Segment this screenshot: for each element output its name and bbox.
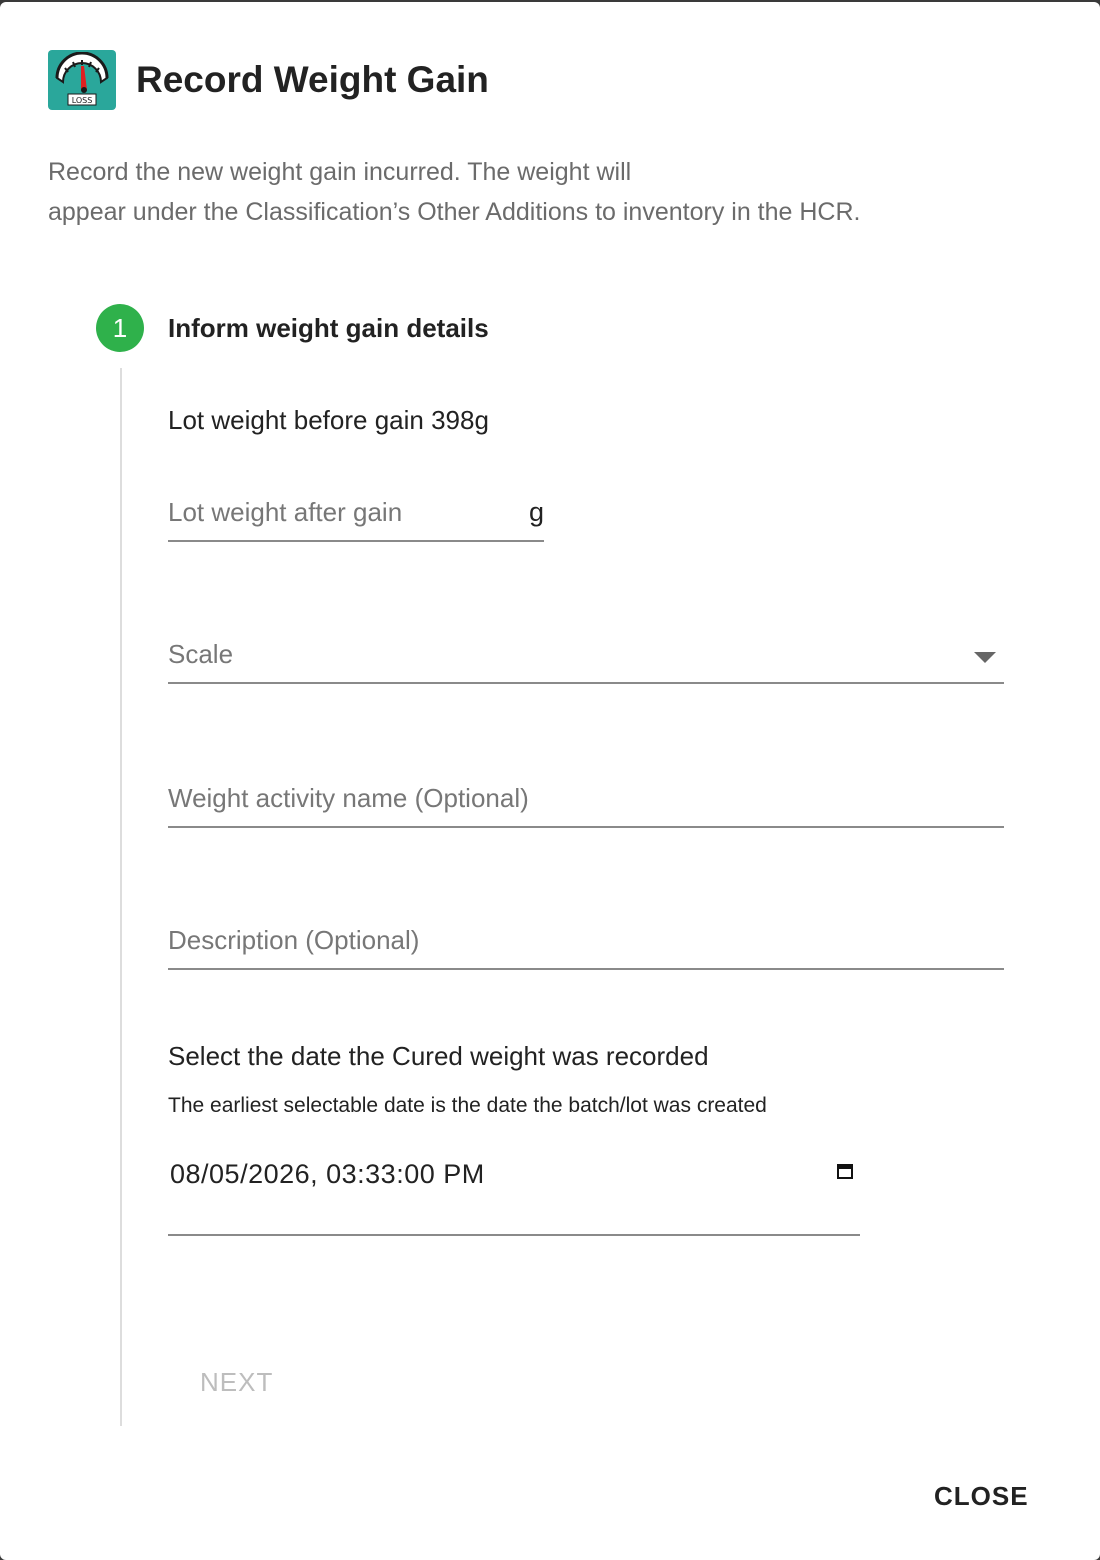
- lot-weight-before-gain: Lot weight before gain 398g: [168, 405, 489, 435]
- logo-text: LOSS: [72, 96, 93, 105]
- recorded-datetime-input[interactable]: 08/05/2026, 03:33:00 PM: [168, 1152, 860, 1236]
- calendar-icon[interactable]: [836, 1162, 854, 1185]
- scale-label: Scale: [168, 639, 234, 669]
- recorded-datetime-value: 08/05/2026, 03:33:00 PM: [170, 1159, 485, 1189]
- dialog-header: LOSS Record Weight Gain: [48, 50, 489, 110]
- dialog-description: Record the new weight gain incurred. The…: [48, 152, 1008, 232]
- step-number-badge: 1: [96, 304, 144, 352]
- stepper-connector-line: [120, 368, 122, 1426]
- weight-unit-suffix: g: [528, 497, 544, 527]
- lot-weight-after-gain-input[interactable]: Lot weight after gain g: [168, 492, 544, 542]
- step-title: Inform weight gain details: [168, 313, 489, 343]
- lot-weight-after-gain-placeholder: Lot weight after gain: [168, 497, 403, 527]
- date-section-title: Select the date the Cured weight was rec…: [168, 1041, 709, 1071]
- description-line-2: appear under the Classification’s Other …: [48, 198, 861, 226]
- dropdown-arrow-icon: [974, 652, 996, 663]
- weight-activity-name-input[interactable]: Weight activity name (Optional): [168, 778, 1004, 828]
- description-placeholder: Description (Optional): [168, 925, 420, 955]
- description-line-1: Record the new weight gain incurred. The…: [48, 158, 632, 186]
- close-button[interactable]: CLOSE: [934, 1478, 1029, 1514]
- next-button[interactable]: NEXT: [200, 1364, 273, 1400]
- description-input[interactable]: Description (Optional): [168, 920, 1004, 970]
- weight-activity-name-placeholder: Weight activity name (Optional): [168, 783, 529, 813]
- dialog-title: Record Weight Gain: [136, 59, 489, 100]
- record-weight-gain-dialog: LOSS Record Weight Gain Record the new w…: [0, 2, 1100, 1560]
- scale-select[interactable]: Scale: [168, 632, 1004, 684]
- date-section-hint: The earliest selectable date is the date…: [168, 1094, 767, 1117]
- weight-scale-icon: LOSS: [48, 50, 116, 110]
